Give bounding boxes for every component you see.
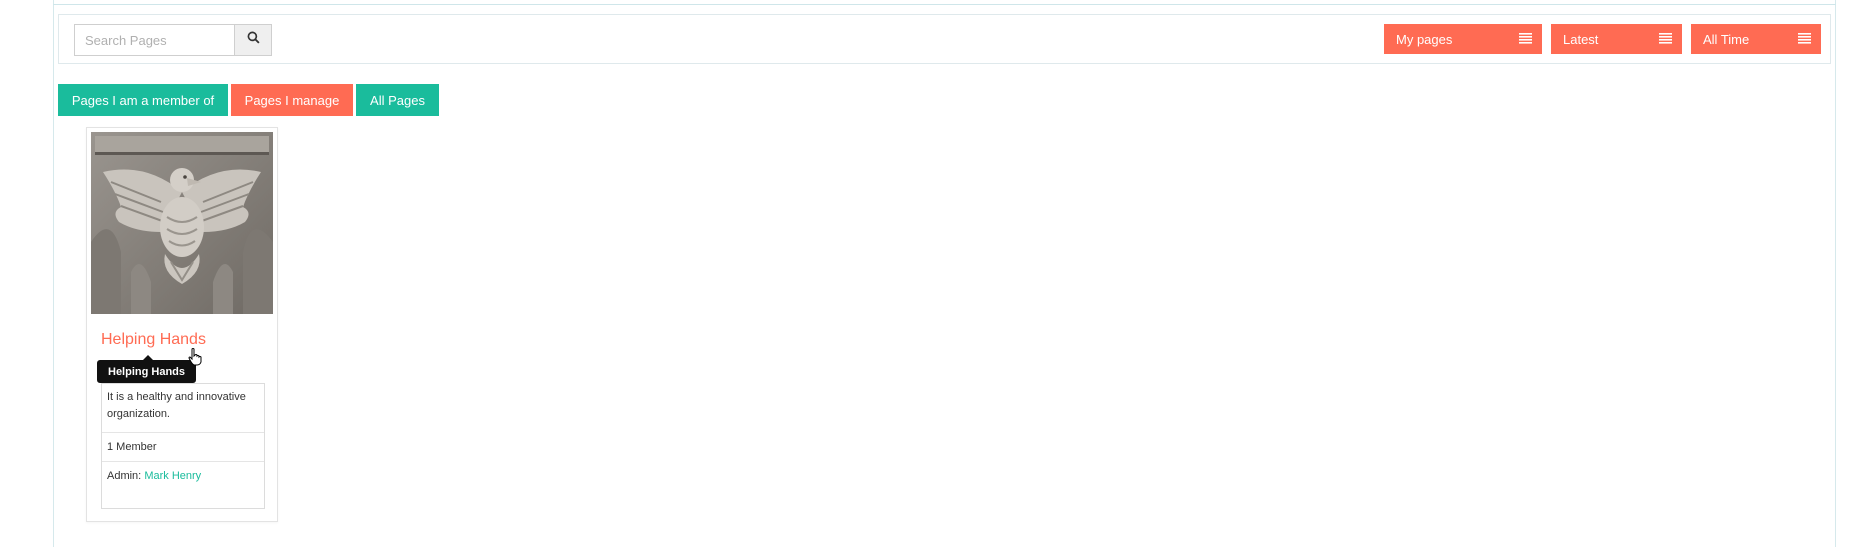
admin-label: Admin: xyxy=(107,470,142,482)
search-input[interactable] xyxy=(74,24,234,56)
admin-row: Admin: Mark Henry xyxy=(102,462,264,482)
tab-pages-member[interactable]: Pages I am a member of xyxy=(58,84,228,116)
latest-label: Latest xyxy=(1563,31,1599,47)
page-cover-image[interactable] xyxy=(91,132,273,314)
search-button[interactable] xyxy=(234,24,272,56)
page-card: Helping Hands Helping Hands It is a heal… xyxy=(86,127,278,522)
page-description: It is a healthy and innovative organizat… xyxy=(102,384,264,433)
filter-bar: My pages Latest All Time xyxy=(58,14,1831,64)
page-info-box: It is a healthy and innovative organizat… xyxy=(101,383,265,509)
search-group xyxy=(74,24,272,56)
member-count: 1 Member xyxy=(102,433,264,462)
list-icon xyxy=(1659,32,1672,47)
search-icon xyxy=(247,31,260,49)
my-pages-dropdown[interactable]: My pages xyxy=(1384,24,1542,54)
hand-cursor-icon xyxy=(188,348,202,371)
all-time-dropdown[interactable]: All Time xyxy=(1691,24,1821,54)
my-pages-label: My pages xyxy=(1396,31,1453,47)
tab-all-pages[interactable]: All Pages xyxy=(356,84,439,116)
title-tooltip: Helping Hands xyxy=(97,355,197,383)
content-frame xyxy=(53,0,1836,547)
admin-name-link[interactable]: Mark Henry xyxy=(144,470,201,482)
latest-dropdown[interactable]: Latest xyxy=(1551,24,1682,54)
page-title-link[interactable]: Helping Hands xyxy=(101,331,206,349)
tab-pages-manage[interactable]: Pages I manage xyxy=(231,84,353,116)
top-divider xyxy=(53,4,1836,5)
list-icon xyxy=(1519,32,1532,47)
all-time-label: All Time xyxy=(1703,31,1750,47)
list-icon xyxy=(1798,32,1811,47)
